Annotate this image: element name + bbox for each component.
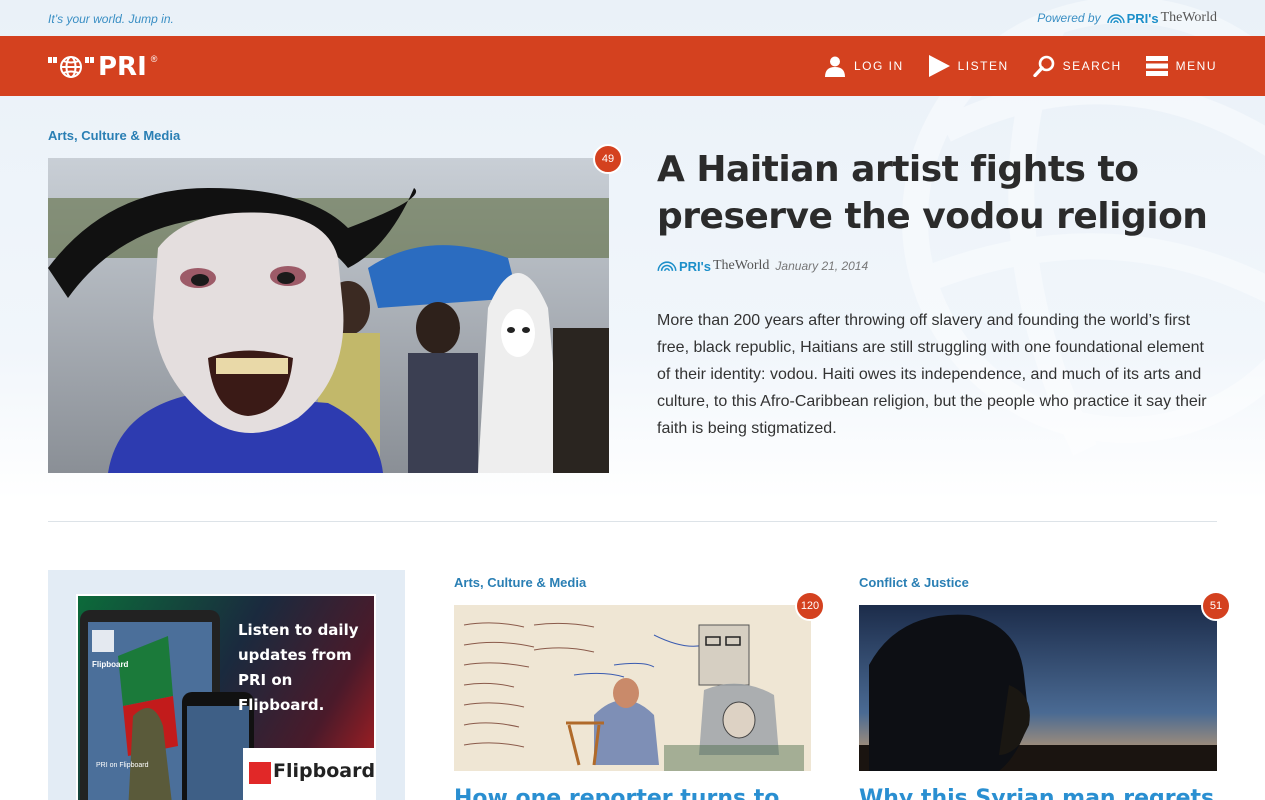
brand-registered-mark: ® — [150, 54, 158, 64]
rainbow-logo-icon — [1106, 13, 1125, 23]
top-strip: It’s your world. Jump in. Powered by PRI… — [0, 0, 1265, 36]
section-divider — [48, 521, 1217, 522]
the-world-logo-pri: PRI's — [1126, 10, 1159, 26]
nav-listen[interactable]: LISTEN — [928, 55, 1009, 77]
card-2-comment-badge[interactable]: 51 — [1201, 591, 1231, 621]
play-icon — [928, 55, 950, 77]
nav-search-label: SEARCH — [1062, 59, 1122, 73]
nav-login-label: LOG IN — [853, 59, 904, 73]
powered-by[interactable]: Powered by PRI's TheWorld — [1037, 10, 1217, 26]
card-1-title[interactable]: How one reporter turns to — [454, 786, 779, 800]
pri-globe-icon — [48, 56, 94, 78]
hero-source-world: TheWorld — [713, 258, 770, 273]
hero-photo — [48, 158, 609, 473]
hero-source-logo[interactable]: PRI's TheWorld — [657, 258, 769, 274]
menu-icon — [1145, 56, 1168, 76]
tagline: It’s your world. Jump in. — [48, 12, 174, 26]
card-2-title[interactable]: Why this Syrian man regrets — [859, 786, 1214, 800]
the-world-logo[interactable]: PRI's TheWorld — [1106, 10, 1217, 26]
card-2-image[interactable] — [859, 605, 1217, 771]
promo-device-label: Flipboard — [92, 660, 129, 669]
the-world-logo-world: TheWorld — [1160, 10, 1217, 25]
brand-name: PRI — [98, 52, 147, 82]
nav-listen-label: LISTEN — [957, 59, 1009, 73]
hero-meta: PRI's TheWorld January 21, 2014 — [657, 258, 868, 274]
main-navbar: PRI ® LOG IN LISTEN SEARCH MENU — [0, 36, 1265, 96]
card-1-comment-badge[interactable]: 120 — [795, 591, 825, 621]
flipboard-mark-icon — [249, 762, 271, 784]
nav-search[interactable]: SEARCH — [1032, 55, 1122, 77]
pri-logo[interactable]: PRI ® — [48, 52, 157, 82]
search-icon — [1032, 55, 1054, 77]
nav-login[interactable]: LOG IN — [824, 55, 904, 77]
flipboard-promo-banner[interactable]: Flipboard PRI on Flipboard Listen to dai… — [76, 594, 376, 800]
promo-device-caption: PRI on Flipboard — [96, 762, 149, 769]
card-1-category-link[interactable]: Arts, Culture & Media — [454, 575, 586, 590]
flipboard-logo[interactable]: Flipboard — [243, 748, 376, 800]
hero-date: January 21, 2014 — [775, 259, 869, 273]
card-2-category-link[interactable]: Conflict & Justice — [859, 575, 969, 590]
hero-image[interactable] — [48, 158, 609, 473]
hero-source-pri: PRI's — [679, 258, 711, 274]
hero-title[interactable]: A Haitian artist fights to preserve the … — [657, 146, 1217, 240]
card-2-portrait-photo — [859, 605, 1217, 771]
nav-menu-label: MENU — [1175, 59, 1217, 73]
user-icon — [824, 56, 845, 77]
promo-text: Listen to daily updates from PRI on Flip… — [238, 621, 359, 714]
hero-comment-badge[interactable]: 49 — [593, 144, 623, 174]
card-1-sketch-photo — [454, 605, 811, 771]
flipboard-label: Flipboard — [273, 760, 376, 782]
flipboard-promo[interactable]: Flipboard PRI on Flipboard Listen to dai… — [48, 570, 405, 800]
card-1-image[interactable] — [454, 605, 811, 771]
hero-category-link[interactable]: Arts, Culture & Media — [48, 128, 180, 143]
nav-links: LOG IN LISTEN SEARCH MENU — [824, 36, 1217, 96]
powered-by-label: Powered by — [1037, 11, 1101, 25]
hero-description: More than 200 years after throwing off s… — [657, 312, 1207, 437]
nav-menu[interactable]: MENU — [1145, 55, 1217, 77]
rainbow-logo-icon — [657, 261, 677, 272]
